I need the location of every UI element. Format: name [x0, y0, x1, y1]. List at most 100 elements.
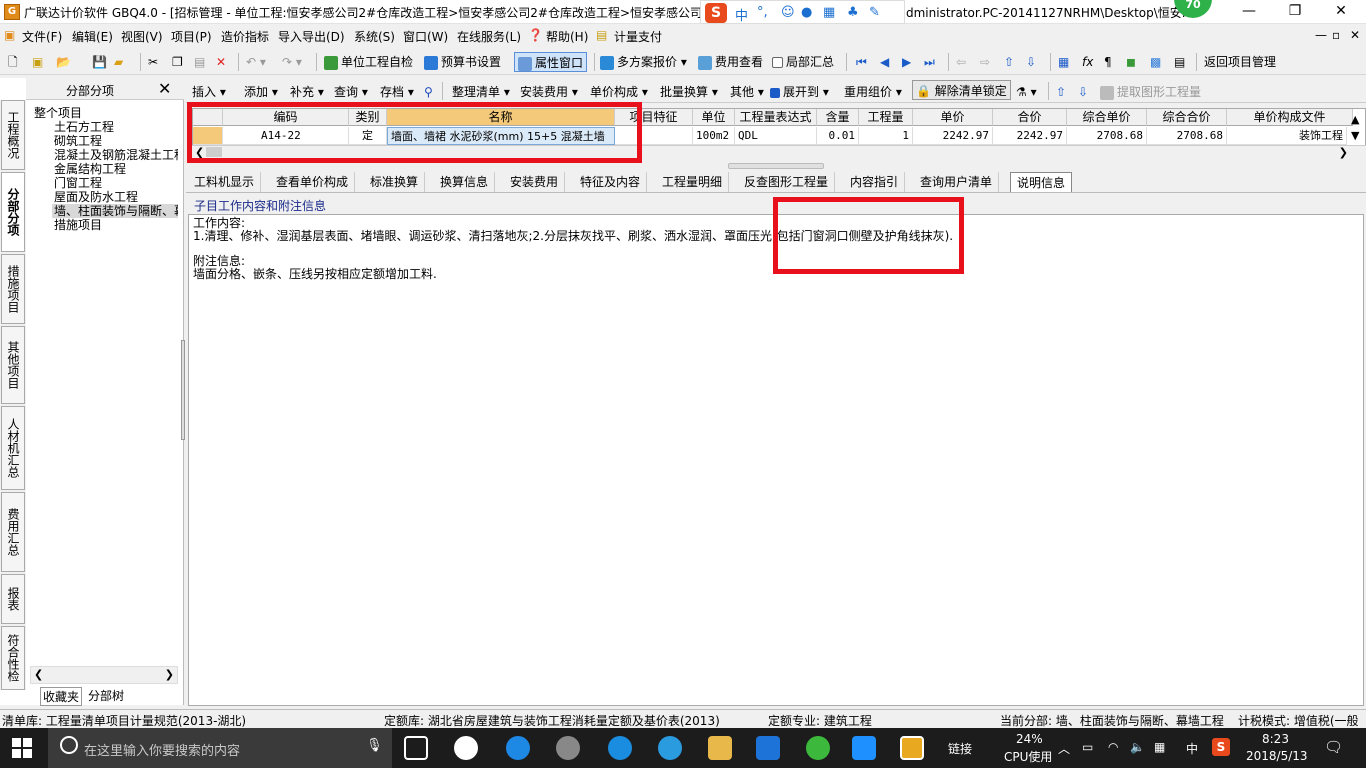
grid-scroll-down-icon[interactable]: ▼ — [1351, 129, 1359, 142]
vtab-measures[interactable]: 措施项目 — [1, 254, 25, 324]
windows-start-icon[interactable] — [12, 738, 32, 758]
measure-icon[interactable]: ▤ — [596, 28, 607, 42]
glodon-app-icon[interactable] — [756, 736, 780, 760]
reuse-group-button[interactable]: 重用组价 ▾ — [844, 82, 902, 102]
tree-item-roof[interactable]: 屋面及防水工程 — [54, 190, 138, 204]
tree-hscrollbar[interactable]: ❮ ❯ — [30, 666, 178, 684]
new-project-icon[interactable]: ▣ — [32, 52, 43, 72]
menu-help[interactable]: 帮助(H) — [546, 28, 588, 45]
copy-icon[interactable]: ❐ — [172, 52, 183, 72]
scroll-right-icon[interactable]: ❯ — [165, 668, 174, 681]
gbq-app-icon[interactable] — [900, 736, 924, 760]
mdi-restore-button[interactable]: ▫ — [1332, 28, 1340, 42]
cut-icon[interactable]: ✂ — [148, 52, 158, 72]
vtab-others[interactable]: 其他项目 — [1, 326, 25, 404]
skin-icon[interactable]: ♣ — [847, 5, 859, 20]
col-header-quantity[interactable]: 工程量 — [859, 109, 913, 126]
install-fee-button[interactable]: 安装费用 ▾ — [520, 82, 578, 102]
cell-expression[interactable]: QDL — [735, 127, 817, 145]
ime-mode-label[interactable]: 中 — [735, 5, 748, 24]
grid-scroll-right-icon[interactable]: ❯ — [1339, 146, 1348, 159]
menu-system[interactable]: 系统(S) — [354, 28, 395, 45]
budget-settings-button[interactable]: 预算书设置 — [424, 52, 501, 72]
add-button[interactable]: 添加 ▾ — [244, 82, 278, 102]
open-folder-icon[interactable]: 📂 — [56, 52, 71, 72]
browser-360-icon[interactable] — [806, 736, 830, 760]
save-all-icon[interactable]: ▰ — [114, 52, 123, 72]
punct-icon[interactable]: °, — [757, 5, 768, 20]
arrow-right-icon[interactable]: ⇨ — [980, 52, 990, 72]
new-icon[interactable]: 🗋 — [8, 52, 18, 72]
tab-graphic-quantity[interactable]: 反查图形工程量 — [738, 172, 836, 192]
fee-view-button[interactable]: 费用查看 — [698, 52, 763, 72]
close-button[interactable]: ✕ — [1318, 0, 1364, 24]
move-up-icon[interactable]: ⇧ — [1056, 82, 1066, 102]
supplement-button[interactable]: 补充 ▾ — [290, 82, 324, 102]
move-down-icon[interactable]: ⇩ — [1078, 82, 1088, 102]
edge-icon[interactable] — [608, 736, 632, 760]
menu-cost-index[interactable]: 造价指标 — [221, 28, 269, 45]
document-icon[interactable]: ▤ — [1174, 52, 1185, 72]
microphone-icon[interactable]: 🎙 — [366, 738, 383, 753]
first-icon[interactable]: ⏮ — [856, 52, 867, 72]
next-icon[interactable]: ▶ — [902, 52, 911, 72]
expand-to-button[interactable]: 展开到 ▾ — [770, 82, 829, 102]
image-icon[interactable]: ▩ — [1150, 52, 1161, 72]
menu-view[interactable]: 视图(V) — [121, 28, 163, 45]
wifi-icon[interactable]: ◠ — [1108, 740, 1118, 754]
vtab-subitems[interactable]: 分部分项 — [1, 172, 25, 252]
panel-resize-handle[interactable] — [181, 340, 185, 440]
clock-date[interactable]: 2018/5/13 — [1246, 749, 1308, 763]
vtab-reports[interactable]: 报表 — [1, 574, 25, 624]
tree-item-doors[interactable]: 门窗工程 — [54, 176, 102, 190]
cell-content[interactable]: 0.01 — [817, 127, 859, 145]
file-explorer-icon[interactable] — [708, 736, 732, 760]
partial-summary-checkbox[interactable]: 局部汇总 — [772, 52, 834, 72]
tab-user-bill[interactable]: 查询用户清单 — [914, 172, 1000, 192]
col-header-unit[interactable]: 单位 — [693, 109, 735, 126]
paragraph-icon[interactable]: ¶ — [1104, 52, 1112, 72]
menu-window[interactable]: 窗口(W) — [403, 28, 448, 45]
batch-convert-button[interactable]: 批量换算 ▾ — [660, 82, 718, 102]
unit-check-button[interactable]: 单位工程自检 — [324, 52, 413, 72]
tools-icon[interactable]: ✎ — [869, 5, 880, 20]
col-header-expression[interactable]: 工程量表达式 — [735, 109, 817, 126]
keyboard-icon[interactable]: ▦ — [823, 5, 835, 20]
calculator-icon[interactable]: ▦ — [1058, 52, 1069, 72]
redo-icon[interactable]: ↷ ▾ — [282, 52, 302, 72]
tab-section-tree[interactable]: 分部树 — [86, 687, 126, 704]
minimize-button[interactable]: — — [1226, 0, 1272, 24]
last-icon[interactable]: ⏭ — [924, 52, 935, 72]
tree-item-metal[interactable]: 金属结构工程 — [54, 162, 126, 176]
menu-online[interactable]: 在线服务(L) — [457, 28, 521, 45]
mic-icon[interactable]: ● — [801, 5, 812, 20]
arrow-left-icon[interactable]: ⇦ — [956, 52, 966, 72]
tab-install-fee[interactable]: 安装费用 — [504, 172, 566, 192]
cell-total[interactable]: 2242.97 — [993, 127, 1067, 145]
volume-icon[interactable]: 🔈 — [1130, 740, 1145, 754]
col-header-comp-total[interactable]: 综合合价 — [1147, 109, 1227, 126]
menu-measure-pay[interactable]: 计量支付 — [614, 28, 662, 45]
mdi-minimize-button[interactable]: — — [1315, 28, 1327, 42]
maximize-button[interactable]: ❐ — [1272, 0, 1318, 24]
save-icon[interactable]: 💾 — [92, 52, 107, 72]
pane-splitter[interactable] — [728, 163, 824, 169]
menu-file[interactable]: 文件(F) — [22, 28, 62, 45]
tab-price-structure[interactable]: 查看单价构成 — [270, 172, 356, 192]
vtab-compliance[interactable]: 符合性检查 — [1, 626, 25, 690]
col-header-comp-price[interactable]: 综合单价 — [1067, 109, 1147, 126]
insert-button[interactable]: 插入 ▾ — [192, 82, 226, 102]
price-structure-button[interactable]: 单价构成 ▾ — [590, 82, 648, 102]
cell-comp-price[interactable]: 2708.68 — [1067, 127, 1147, 145]
col-header-price-file[interactable]: 单价构成文件 — [1227, 109, 1353, 126]
prev-icon[interactable]: ◀ — [880, 52, 889, 72]
tree-item-wall-finish[interactable]: 墙、柱面装饰与隔断、幕墙工程 — [52, 204, 178, 218]
paint-icon[interactable]: ⚗ ▾ — [1016, 82, 1037, 102]
multi-quote-button[interactable]: 多方案报价 ▾ — [600, 52, 687, 72]
tab-features[interactable]: 特征及内容 — [574, 172, 648, 192]
help-icon[interactable]: ❓ — [528, 28, 543, 42]
network-icon[interactable]: ▭ — [1082, 740, 1093, 754]
tab-quantity-detail[interactable]: 工程量明细 — [656, 172, 730, 192]
unlock-bill-button[interactable]: 🔒 解除清单锁定 — [912, 80, 1011, 100]
col-header-total[interactable]: 合价 — [993, 109, 1067, 126]
